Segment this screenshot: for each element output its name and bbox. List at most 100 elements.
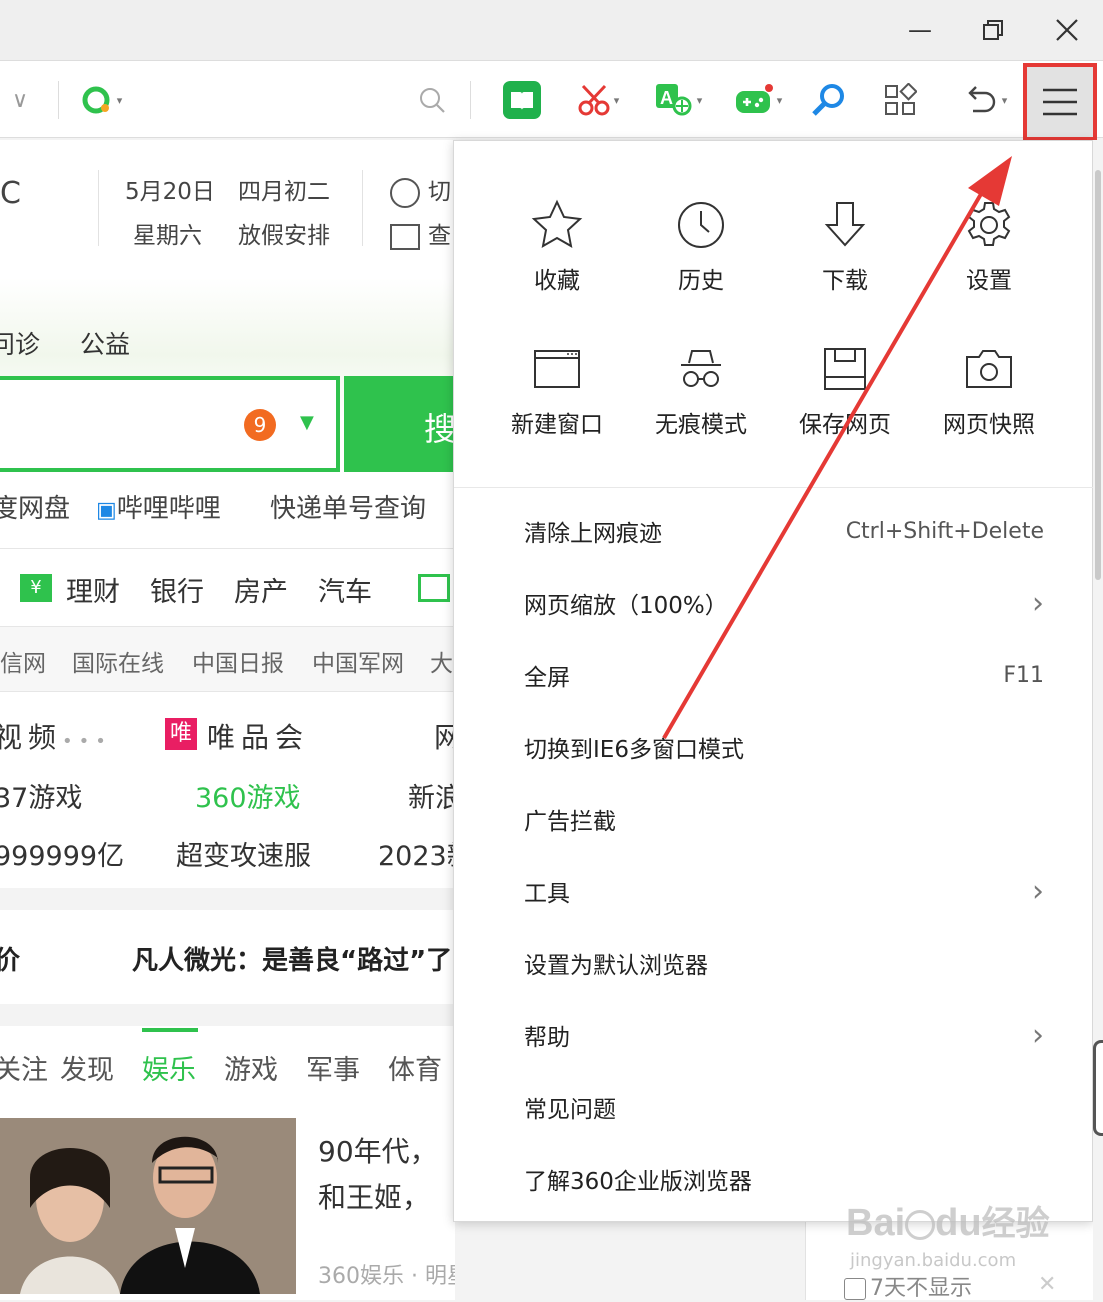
game-link[interactable]: 999999亿 bbox=[0, 834, 124, 873]
menu-item-fullscreen[interactable]: 全屏 F11 bbox=[524, 639, 1044, 711]
feed-tab[interactable]: 游戏 bbox=[224, 1048, 278, 1087]
menu-item-faq[interactable]: 常见问题 bbox=[524, 1071, 1044, 1143]
article-title-line2[interactable]: 和王姬， bbox=[318, 1176, 430, 1216]
menu-item-ie6-mode[interactable]: 切换到IE6多窗口模式 bbox=[524, 711, 1044, 783]
category-bank[interactable]: 银行 bbox=[150, 570, 204, 609]
search-input[interactable] bbox=[0, 376, 340, 472]
menu-item-label: 设置为默认浏览器 bbox=[524, 953, 708, 979]
category-finance[interactable]: 理财 bbox=[66, 570, 120, 609]
menu-downloads[interactable]: 下载 bbox=[790, 193, 900, 313]
menu-item-label: 广告拦截 bbox=[524, 809, 616, 835]
card-icon bbox=[418, 574, 450, 602]
menu-item-zoom[interactable]: 网页缩放（100%） › bbox=[524, 567, 1044, 639]
video-link[interactable]: 视频••• bbox=[0, 716, 112, 756]
divider bbox=[362, 170, 363, 246]
finance-icon: ¥ bbox=[20, 574, 52, 602]
quick-link-bilibili[interactable]: ▣哔哩哔哩 bbox=[96, 488, 221, 525]
search-icon[interactable] bbox=[410, 75, 454, 125]
restore-button[interactable] bbox=[958, 0, 1028, 60]
game-icon[interactable]: ▾ bbox=[725, 75, 791, 125]
holiday-link[interactable]: 放假安排 bbox=[238, 216, 330, 250]
menu-label: 网页快照 bbox=[943, 412, 1035, 438]
divider bbox=[0, 548, 455, 549]
article-thumbnail[interactable] bbox=[0, 1118, 296, 1294]
menu-item-label: 了解360企业版浏览器 bbox=[524, 1169, 752, 1195]
clock-icon bbox=[678, 202, 724, 248]
menu-favorites[interactable]: 收藏 bbox=[502, 193, 612, 313]
menu-settings[interactable]: 设置 bbox=[934, 193, 1044, 313]
tab-charity[interactable]: 公益 bbox=[80, 325, 130, 361]
feed-tab[interactable]: 体育 bbox=[388, 1048, 442, 1087]
menu-item-default-browser[interactable]: 设置为默认浏览器 bbox=[524, 927, 1044, 999]
search-engine-selector[interactable]: ▾ bbox=[72, 75, 132, 125]
game-link[interactable]: 新浪 bbox=[408, 776, 455, 815]
menu-item-label: 工具 bbox=[524, 881, 570, 907]
browser-toolbar: ∨ ▾ ▾ A ▾ ▾ ▾ bbox=[0, 60, 1103, 138]
quick-link-express[interactable]: 快递单号查询 bbox=[270, 488, 426, 525]
headline-left[interactable]: 价 bbox=[0, 940, 20, 977]
news-site-link[interactable]: 中国日报 bbox=[192, 644, 284, 678]
search-button[interactable]: 搜 bbox=[344, 376, 455, 472]
headline[interactable]: 凡人微光：是善良“路过”了 bbox=[132, 940, 452, 977]
close-button[interactable] bbox=[1032, 0, 1102, 60]
translate-icon[interactable]: A ▾ bbox=[645, 75, 711, 125]
menu-snapshot[interactable]: 网页快照 bbox=[934, 337, 1044, 457]
game-link[interactable]: 37游戏 bbox=[0, 776, 82, 815]
feed-tab[interactable]: 关注 bbox=[0, 1048, 48, 1087]
game-link[interactable]: 超变攻速服 bbox=[176, 834, 311, 873]
more-link[interactable]: 网 bbox=[434, 716, 455, 756]
news-site-link[interactable]: 信网 bbox=[0, 644, 46, 678]
menu-history[interactable]: 历史 bbox=[646, 193, 756, 313]
address-dropdown-icon[interactable]: ∨ bbox=[0, 75, 40, 125]
homepage-content: C 5月20日 星期六 四月初二 放假安排 切 查 问诊 公益 9 ▼ 搜 度网… bbox=[0, 140, 455, 1300]
divider bbox=[58, 81, 59, 119]
feed-tab-active[interactable]: 娱乐 bbox=[142, 1048, 196, 1087]
news-site-link[interactable]: 国际在线 bbox=[72, 644, 164, 678]
game-link[interactable]: 2023新 bbox=[378, 834, 455, 873]
magnifier-icon[interactable] bbox=[805, 75, 853, 125]
menu-save-page[interactable]: 保存网页 bbox=[790, 337, 900, 457]
menu-item-tools[interactable]: 工具 › bbox=[524, 855, 1044, 927]
close-icon[interactable]: ✕ bbox=[1038, 1272, 1056, 1297]
game-link[interactable]: 360游戏 bbox=[195, 776, 301, 815]
undo-icon[interactable]: ▾ bbox=[952, 75, 1018, 125]
active-tab-indicator bbox=[142, 1028, 198, 1032]
menu-incognito[interactable]: 无痕模式 bbox=[646, 337, 756, 457]
main-menu-button[interactable] bbox=[1023, 63, 1097, 141]
side-panel-tab[interactable] bbox=[1093, 1040, 1103, 1136]
news-site-link[interactable]: 大 bbox=[430, 644, 453, 678]
menu-new-window[interactable]: 新建窗口 bbox=[502, 337, 612, 457]
feed-tab[interactable]: 发现 bbox=[60, 1048, 114, 1087]
menu-item-label: 网页缩放（100%） bbox=[524, 593, 728, 619]
bilibili-icon: ▣ bbox=[96, 498, 117, 523]
side-link-2[interactable]: 查 bbox=[390, 216, 451, 250]
search-dropdown-icon[interactable]: ▼ bbox=[300, 412, 314, 433]
reader-icon[interactable] bbox=[498, 75, 546, 125]
news-site-link[interactable]: 中国军网 bbox=[312, 644, 404, 678]
scrollbar-thumb[interactable] bbox=[1095, 170, 1101, 580]
gear-icon bbox=[967, 202, 1011, 246]
weather-text: C bbox=[0, 176, 21, 211]
menu-item-help[interactable]: 帮助 › bbox=[524, 999, 1044, 1071]
category-car[interactable]: 汽车 bbox=[318, 570, 372, 609]
article-title-line1[interactable]: 90年代， bbox=[318, 1130, 438, 1170]
close-icon bbox=[1056, 19, 1078, 41]
vip-icon: 唯 bbox=[165, 718, 197, 750]
menu-item-label: 常见问题 bbox=[524, 1097, 616, 1123]
category-house[interactable]: 房产 bbox=[234, 570, 288, 609]
apps-icon[interactable] bbox=[876, 75, 924, 125]
quick-link-netdisk[interactable]: 度网盘 bbox=[0, 488, 70, 525]
checkbox-icon bbox=[844, 1278, 866, 1300]
tab-clinic[interactable]: 问诊 bbox=[0, 325, 40, 361]
screenshot-scissors-icon[interactable]: ▾ bbox=[565, 75, 631, 125]
dont-show-checkbox[interactable]: 7天不显示 bbox=[844, 1270, 972, 1302]
menu-item-clear-history[interactable]: 清除上网痕迹 Ctrl+Shift+Delete bbox=[524, 495, 1044, 567]
vip-link[interactable]: 唯品会 bbox=[207, 716, 309, 756]
date-weekday: 星期六 bbox=[133, 223, 202, 249]
menu-label: 下载 bbox=[822, 268, 868, 294]
side-link-1[interactable]: 切 bbox=[390, 172, 451, 208]
save-icon bbox=[824, 348, 866, 390]
minimize-button[interactable]: — bbox=[885, 0, 955, 60]
menu-item-adblock[interactable]: 广告拦截 bbox=[524, 783, 1044, 855]
feed-tab[interactable]: 军事 bbox=[306, 1048, 360, 1087]
